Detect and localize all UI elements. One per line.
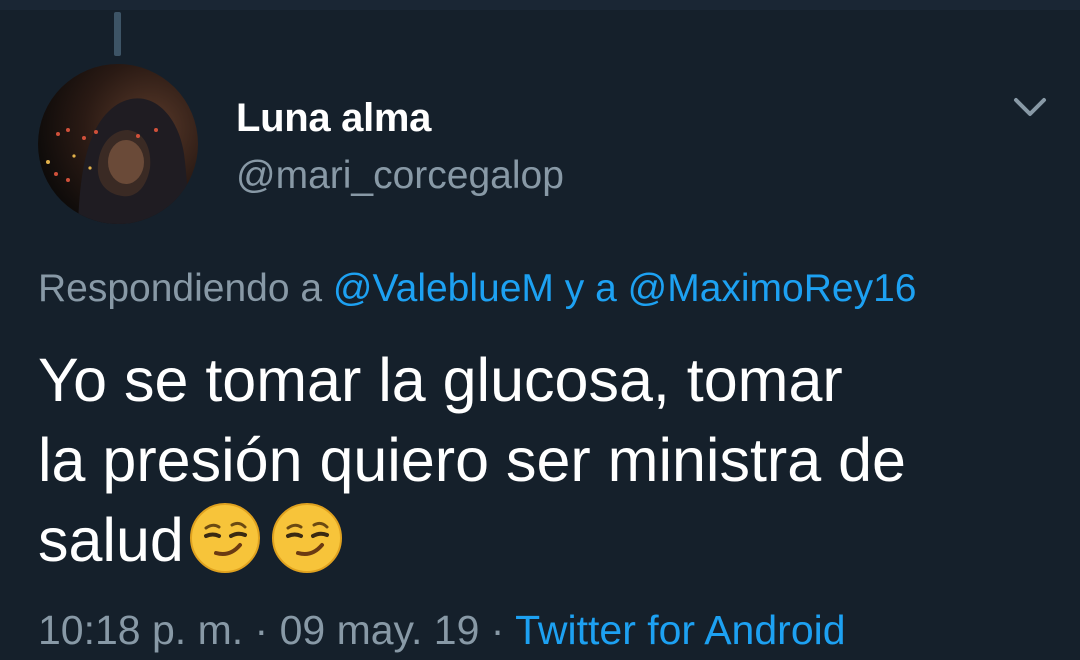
author-display-name[interactable]: Luna alma [236,94,431,142]
avatar[interactable] [38,64,198,224]
reply-conjunction: y a [564,267,617,310]
smirking-face-emoji-icon [270,501,344,575]
meta-separator: · [254,607,269,653]
tweet-text-line-1: Yo se tomar la glucosa, tomar [38,346,843,414]
top-edge [0,0,1080,10]
tweet-time[interactable]: 10:18 p. m. [38,607,243,653]
tweet-source-link[interactable]: Twitter for Android [515,607,845,653]
tweet-text: Yo se tomar la glucosa, tomar la presión… [38,340,1048,580]
tweet-text-line-3: salud [38,500,1048,580]
author-handle[interactable]: @mari_corcegalop [236,152,564,200]
tweet-text-line-2: la presión quiero ser ministra de [38,426,906,494]
meta-separator: · [490,607,505,653]
replying-to-line: Respondiendo a @ValeblueM y a @MaximoRey… [38,264,916,314]
smirking-face-emoji-icon [188,501,262,575]
thread-connector-line [114,12,121,56]
reply-mention-2[interactable]: @MaximoRey16 [628,267,917,310]
tweet-date[interactable]: 09 may. 19 [280,607,480,653]
reply-mention-1[interactable]: @ValeblueM [333,267,554,310]
chevron-down-icon[interactable] [1004,86,1056,130]
replying-prefix: Respondiendo a [38,267,323,310]
tweet-meta: 10:18 p. m. · 09 may. 19 · Twitter for A… [38,600,846,660]
tweet-text-line-3-text: salud [38,506,184,574]
